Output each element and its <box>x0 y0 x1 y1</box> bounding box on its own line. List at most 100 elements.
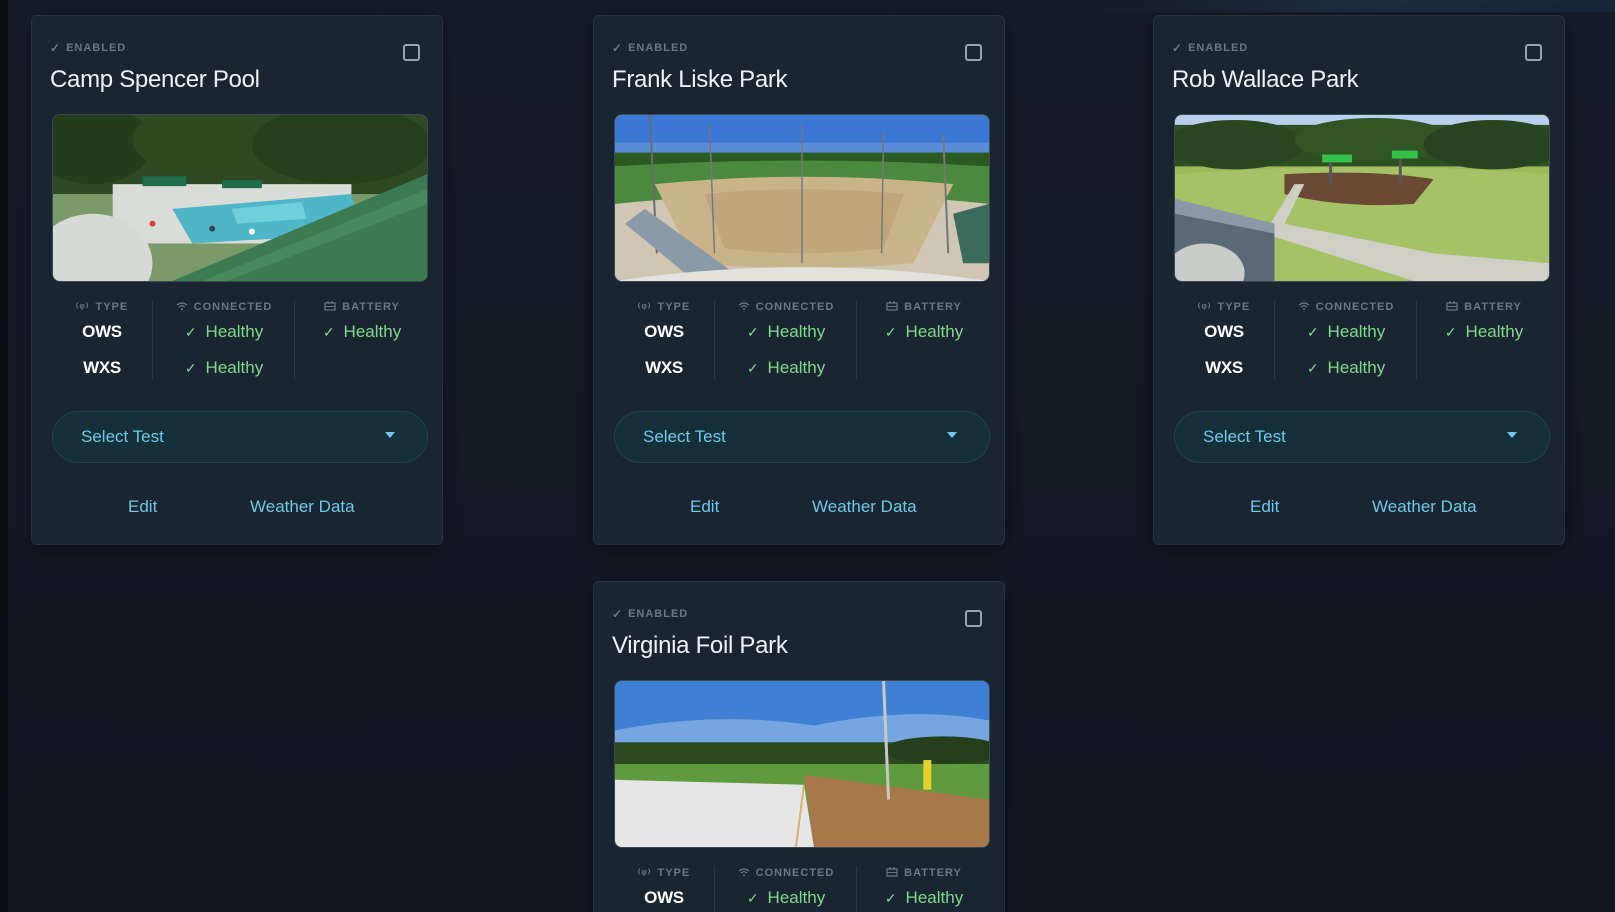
status-table: ⁽ᵠ⁾ TYPE OWS CONNECTED ✓ Healthy BATTERY… <box>614 866 990 912</box>
connected-status: ✓ Healthy <box>715 880 857 912</box>
select-test-dropdown[interactable]: Select Test <box>614 411 990 463</box>
select-test-label: Select Test <box>643 427 726 446</box>
station-card-rob-wallace-park: ✓ ENABLED Rob Wallace Park ⁽ᵠ⁾ TYPE OWS … <box>1153 15 1565 545</box>
antenna-icon: ⁽ᵠ⁾ <box>1197 301 1212 314</box>
connected-status-label: Healthy <box>1327 358 1386 377</box>
battery-column: BATTERY ✓ Healthy <box>294 300 429 380</box>
check-icon: ✓ <box>884 324 897 340</box>
pool-scene-image <box>53 115 427 281</box>
weather-data-link[interactable]: Weather Data <box>812 497 917 517</box>
type-value: WXS <box>83 358 121 377</box>
connected-header-label: CONNECTED <box>755 867 835 879</box>
type-header: ⁽ᵠ⁾ TYPE <box>52 300 152 314</box>
connected-status: ✓ Healthy <box>153 350 295 386</box>
select-checkbox[interactable] <box>965 44 982 61</box>
weather-data-link[interactable]: Weather Data <box>250 497 355 517</box>
connected-header-label: CONNECTED <box>193 301 273 313</box>
battery-icon <box>1446 301 1458 314</box>
page: ✓ ENABLED Camp Spencer Pool ⁽ᵠ⁾ TYPE OWS… <box>0 0 1615 912</box>
station-card-frank-liske-park: ✓ ENABLED Frank Liske Park ⁽ᵠ⁾ TYPE OWS … <box>593 15 1005 545</box>
check-icon: ✓ <box>612 41 624 55</box>
field-scene-image <box>615 681 989 847</box>
edit-link[interactable]: Edit <box>128 497 157 517</box>
battery-header: BATTERY <box>1417 300 1551 314</box>
type-header: ⁽ᵠ⁾ TYPE <box>1174 300 1274 314</box>
select-test-dropdown[interactable]: Select Test <box>1174 411 1550 463</box>
wifi-icon <box>738 301 750 314</box>
edit-link[interactable]: Edit <box>1250 497 1279 517</box>
check-icon: ✓ <box>612 607 624 621</box>
type-value: WXS <box>1205 358 1243 377</box>
camera-thumbnail[interactable] <box>614 680 990 848</box>
battery-header-label: BATTERY <box>904 867 962 879</box>
connected-header-label: CONNECTED <box>755 301 835 313</box>
antenna-icon: ⁽ᵠ⁾ <box>75 301 90 314</box>
check-icon: ✓ <box>1306 360 1319 376</box>
connected-status: ✓ Healthy <box>153 314 295 350</box>
connected-header: CONNECTED <box>153 300 295 314</box>
check-icon: ✓ <box>884 890 897 906</box>
camera-thumbnail[interactable] <box>614 114 990 282</box>
connected-status-label: Healthy <box>767 888 826 907</box>
antenna-icon: ⁽ᵠ⁾ <box>637 301 652 314</box>
connected-status: ✓ Healthy <box>1275 350 1417 386</box>
status-table: ⁽ᵠ⁾ TYPE OWS WXS CONNECTED ✓ Healthy ✓ Hea… <box>614 300 990 380</box>
connected-status-label: Healthy <box>1327 322 1386 341</box>
check-icon: ✓ <box>1444 324 1457 340</box>
check-icon: ✓ <box>1306 324 1319 340</box>
battery-status: ✓ Healthy <box>295 314 429 350</box>
connected-column: CONNECTED ✓ Healthy ✓ Healthy <box>1274 300 1417 380</box>
wifi-icon <box>176 301 188 314</box>
enabled-status: ✓ ENABLED <box>1172 41 1248 55</box>
battery-header: BATTERY <box>295 300 429 314</box>
type-column: ⁽ᵠ⁾ TYPE OWS WXS <box>52 300 152 380</box>
battery-header-label: BATTERY <box>1464 301 1522 313</box>
wifi-icon <box>1298 301 1310 314</box>
playground-scene-image <box>1175 115 1549 281</box>
select-test-dropdown[interactable]: Select Test <box>52 411 428 463</box>
status-table: ⁽ᵠ⁾ TYPE OWS WXS CONNECTED ✓ Healthy ✓ Hea… <box>52 300 428 380</box>
caret-down-icon <box>947 432 957 438</box>
check-icon: ✓ <box>184 324 197 340</box>
caret-down-icon <box>1507 432 1517 438</box>
enabled-label: ENABLED <box>628 608 689 620</box>
connected-status: ✓ Healthy <box>715 350 857 386</box>
battery-status: ✓ Healthy <box>857 880 991 912</box>
type-header-label: TYPE <box>1217 301 1251 313</box>
battery-column: BATTERY ✓ Healthy <box>856 300 991 380</box>
connected-status: ✓ Healthy <box>1275 314 1417 350</box>
station-title: Frank Liske Park <box>612 66 788 93</box>
select-checkbox[interactable] <box>1525 44 1542 61</box>
battery-status: ✓ Healthy <box>857 314 991 350</box>
battery-status-label: Healthy <box>343 322 402 341</box>
enabled-status: ✓ ENABLED <box>612 607 688 621</box>
connected-column: CONNECTED ✓ Healthy ✓ Healthy <box>152 300 295 380</box>
edit-link[interactable]: Edit <box>690 497 719 517</box>
caret-down-icon <box>385 432 395 438</box>
type-header-label: TYPE <box>95 301 129 313</box>
select-checkbox[interactable] <box>965 610 982 627</box>
connected-status-label: Healthy <box>205 358 264 377</box>
enabled-label: ENABLED <box>628 42 689 54</box>
check-icon: ✓ <box>746 890 759 906</box>
check-icon: ✓ <box>746 324 759 340</box>
check-icon: ✓ <box>1172 41 1184 55</box>
camera-thumbnail[interactable] <box>1174 114 1550 282</box>
type-column: ⁽ᵠ⁾ TYPE OWS <box>614 866 714 912</box>
connected-column: CONNECTED ✓ Healthy <box>714 866 857 912</box>
connected-status-label: Healthy <box>767 358 826 377</box>
wifi-icon <box>738 867 750 880</box>
enabled-label: ENABLED <box>66 42 127 54</box>
battery-column: BATTERY ✓ Healthy <box>1416 300 1551 380</box>
connected-status: ✓ Healthy <box>715 314 857 350</box>
connected-status-label: Healthy <box>767 322 826 341</box>
select-checkbox[interactable] <box>403 44 420 61</box>
battery-status: ✓ Healthy <box>1417 314 1551 350</box>
select-test-label: Select Test <box>1203 427 1286 446</box>
type-header-label: TYPE <box>657 867 691 879</box>
type-column: ⁽ᵠ⁾ TYPE OWS WXS <box>1174 300 1274 380</box>
weather-data-link[interactable]: Weather Data <box>1372 497 1477 517</box>
battery-column: BATTERY ✓ Healthy <box>856 866 991 912</box>
type-header: ⁽ᵠ⁾ TYPE <box>614 866 714 880</box>
camera-thumbnail[interactable] <box>52 114 428 282</box>
